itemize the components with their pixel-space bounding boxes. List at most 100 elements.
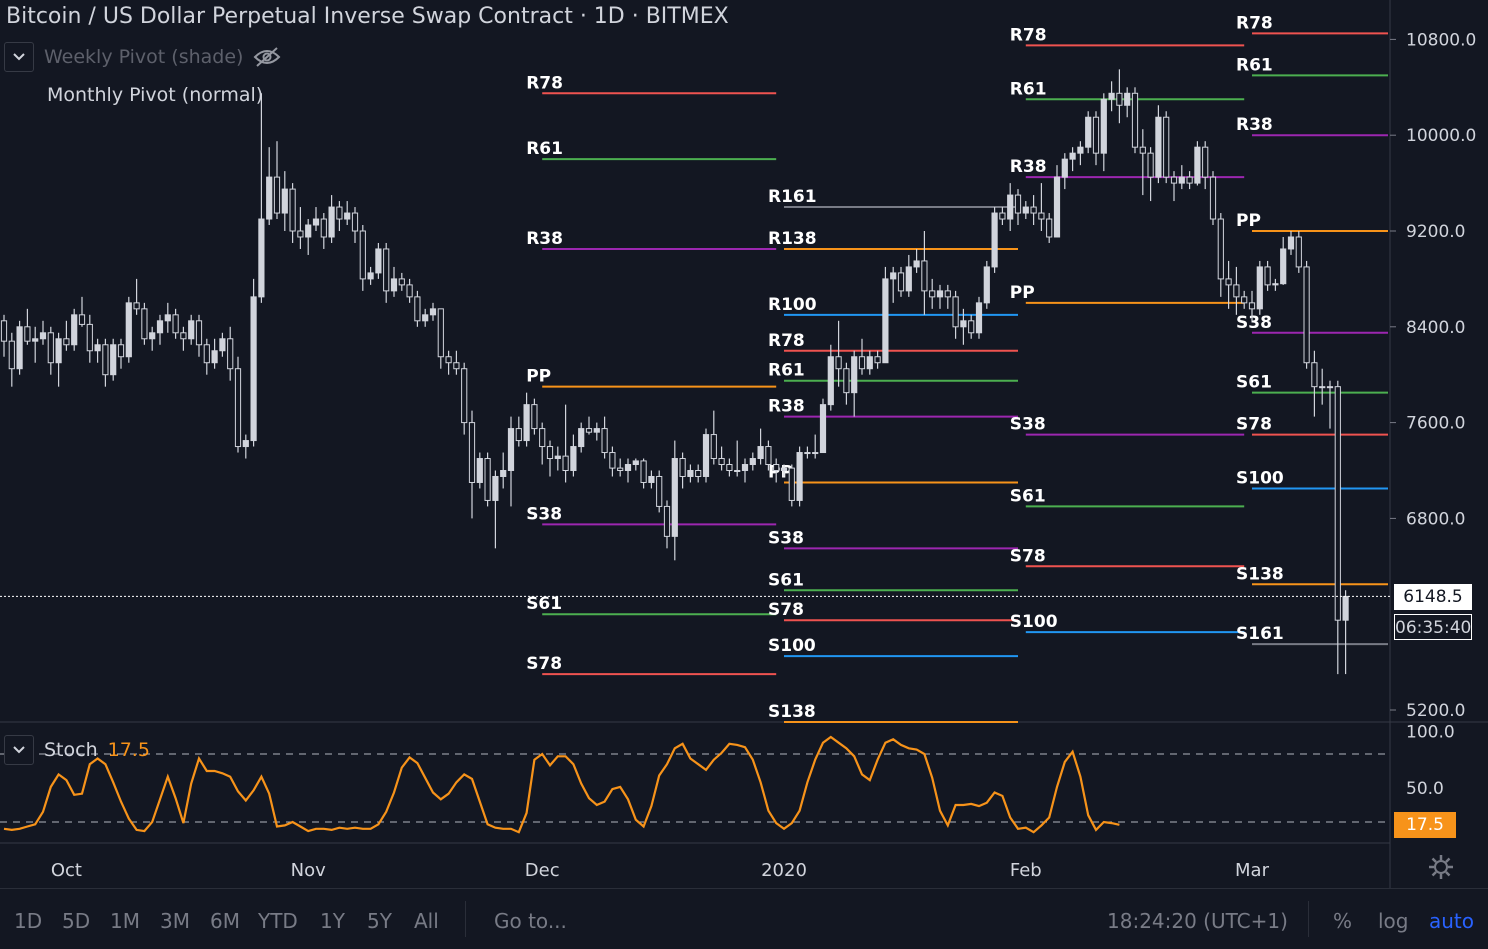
price-axis-label: 8400.0 [1406, 318, 1465, 338]
collapse-legend-button[interactable] [4, 42, 34, 72]
chevron-down-icon [13, 53, 25, 61]
candle [305, 219, 312, 255]
pivot-level-r78: R78 [1010, 25, 1245, 47]
candle [453, 350, 460, 375]
range-all-button[interactable]: All [414, 909, 439, 933]
pivot-level-s38: S38 [1236, 313, 1388, 334]
gear-icon[interactable] [1428, 854, 1454, 880]
candle [500, 452, 507, 489]
pivot-label: S161 [1236, 624, 1284, 644]
candle [1280, 236, 1287, 285]
pivot-label: R161 [768, 187, 817, 207]
candle [71, 308, 78, 351]
pivot-label: S38 [526, 504, 562, 524]
auto-scale-button[interactable]: auto [1429, 909, 1474, 933]
candle [414, 290, 421, 327]
range-6m-button[interactable]: 6M [210, 909, 240, 933]
weekly-pivot-legend[interactable]: Weekly Pivot (shade) [4, 42, 281, 72]
candle [172, 308, 179, 339]
pivot-label: PP [1010, 283, 1035, 303]
pivot-label: S78 [1236, 415, 1272, 435]
candle [929, 278, 936, 309]
candle [539, 422, 546, 465]
pivot-label: S100 [1010, 612, 1058, 632]
candle [445, 350, 452, 375]
candle [913, 248, 920, 273]
candle [1131, 87, 1139, 154]
candle [188, 314, 195, 345]
pivot-label: R78 [1236, 13, 1273, 33]
range-1y-button[interactable]: 1Y [320, 909, 345, 933]
candle [531, 398, 538, 435]
candle [718, 446, 725, 471]
candle [1342, 590, 1349, 675]
pivot-label: S38 [768, 528, 804, 548]
candle [219, 332, 226, 357]
candle [32, 326, 39, 363]
stoch-layer [0, 735, 1390, 834]
candle [1194, 141, 1201, 186]
pivot-label: S138 [768, 702, 816, 722]
candle [297, 207, 304, 249]
pivot-level-r38: R38 [1236, 115, 1388, 137]
candle [1264, 260, 1271, 291]
price-axis-label: 9200.0 [1406, 222, 1465, 242]
range-5y-button[interactable]: 5Y [367, 909, 392, 933]
candle [827, 344, 834, 411]
log-scale-button[interactable]: log [1378, 909, 1409, 933]
candle [47, 326, 54, 375]
pivot-label: S78 [526, 654, 562, 674]
pivot-level-r61: R61 [1236, 55, 1388, 77]
candle [515, 416, 522, 447]
candle [1163, 111, 1170, 184]
percent-scale-button[interactable]: % [1333, 909, 1352, 933]
time-axis: Oct Nov Dec 2020 Feb Mar [51, 860, 1270, 881]
candle [250, 278, 257, 447]
candle [710, 410, 717, 465]
pivot-layer: R78 R61 R38 PP S38 S61 S78 R161 R138 R100 R78 R61 R3… [526, 13, 1388, 723]
weekly-pivot-label: Weekly Pivot (shade) [44, 46, 244, 68]
candle [1225, 260, 1232, 309]
candle [281, 171, 288, 231]
chart-canvas[interactable]: R78 R61 R38 PP S38 S61 S78 R161 R138 R100 R78 R61 R3… [0, 0, 1488, 948]
candle [1202, 141, 1209, 190]
pivot-label: R61 [526, 139, 563, 159]
candle [617, 458, 624, 477]
candle [1147, 147, 1154, 202]
range-5d-button[interactable]: 5D [62, 909, 90, 933]
pivot-label: S61 [526, 594, 562, 614]
time-axis-label: Dec [525, 860, 560, 881]
candle [874, 350, 881, 369]
range-ytd-button[interactable]: YTD [258, 909, 298, 933]
candle [344, 201, 351, 226]
toolbar-divider [465, 901, 466, 937]
candle [195, 314, 203, 357]
candle [476, 452, 483, 489]
pivot-level-r38: R38 [1010, 157, 1245, 179]
candle [975, 296, 983, 339]
candle [788, 464, 795, 507]
pivot-level-s38: S38 [1010, 415, 1245, 436]
price-axis-label: 6800.0 [1406, 509, 1465, 529]
candle [390, 266, 398, 297]
candle [258, 93, 265, 303]
candle [1053, 165, 1061, 238]
candle [156, 314, 164, 345]
stoch-collapse-button[interactable] [4, 735, 34, 765]
candle [1178, 165, 1185, 190]
candle [679, 452, 686, 489]
candle [1139, 129, 1146, 196]
stoch-legend[interactable]: Stoch 17.5 [4, 735, 150, 765]
eye-hidden-icon[interactable] [253, 47, 281, 67]
clock-timezone[interactable]: 18:24:20 (UTC+1) [1107, 909, 1288, 933]
price-axis-label: 10000.0 [1406, 126, 1476, 146]
range-3m-button[interactable]: 3M [160, 909, 190, 933]
pivot-label: S38 [1010, 415, 1046, 435]
range-1d-button[interactable]: 1D [14, 909, 42, 933]
candle [624, 458, 632, 483]
monthly-pivot-legend[interactable]: Monthly Pivot (normal) [47, 84, 263, 106]
candle [1334, 380, 1341, 675]
candle [835, 320, 842, 387]
goto-date-button[interactable]: Go to... [494, 909, 567, 933]
range-1m-button[interactable]: 1M [110, 909, 140, 933]
